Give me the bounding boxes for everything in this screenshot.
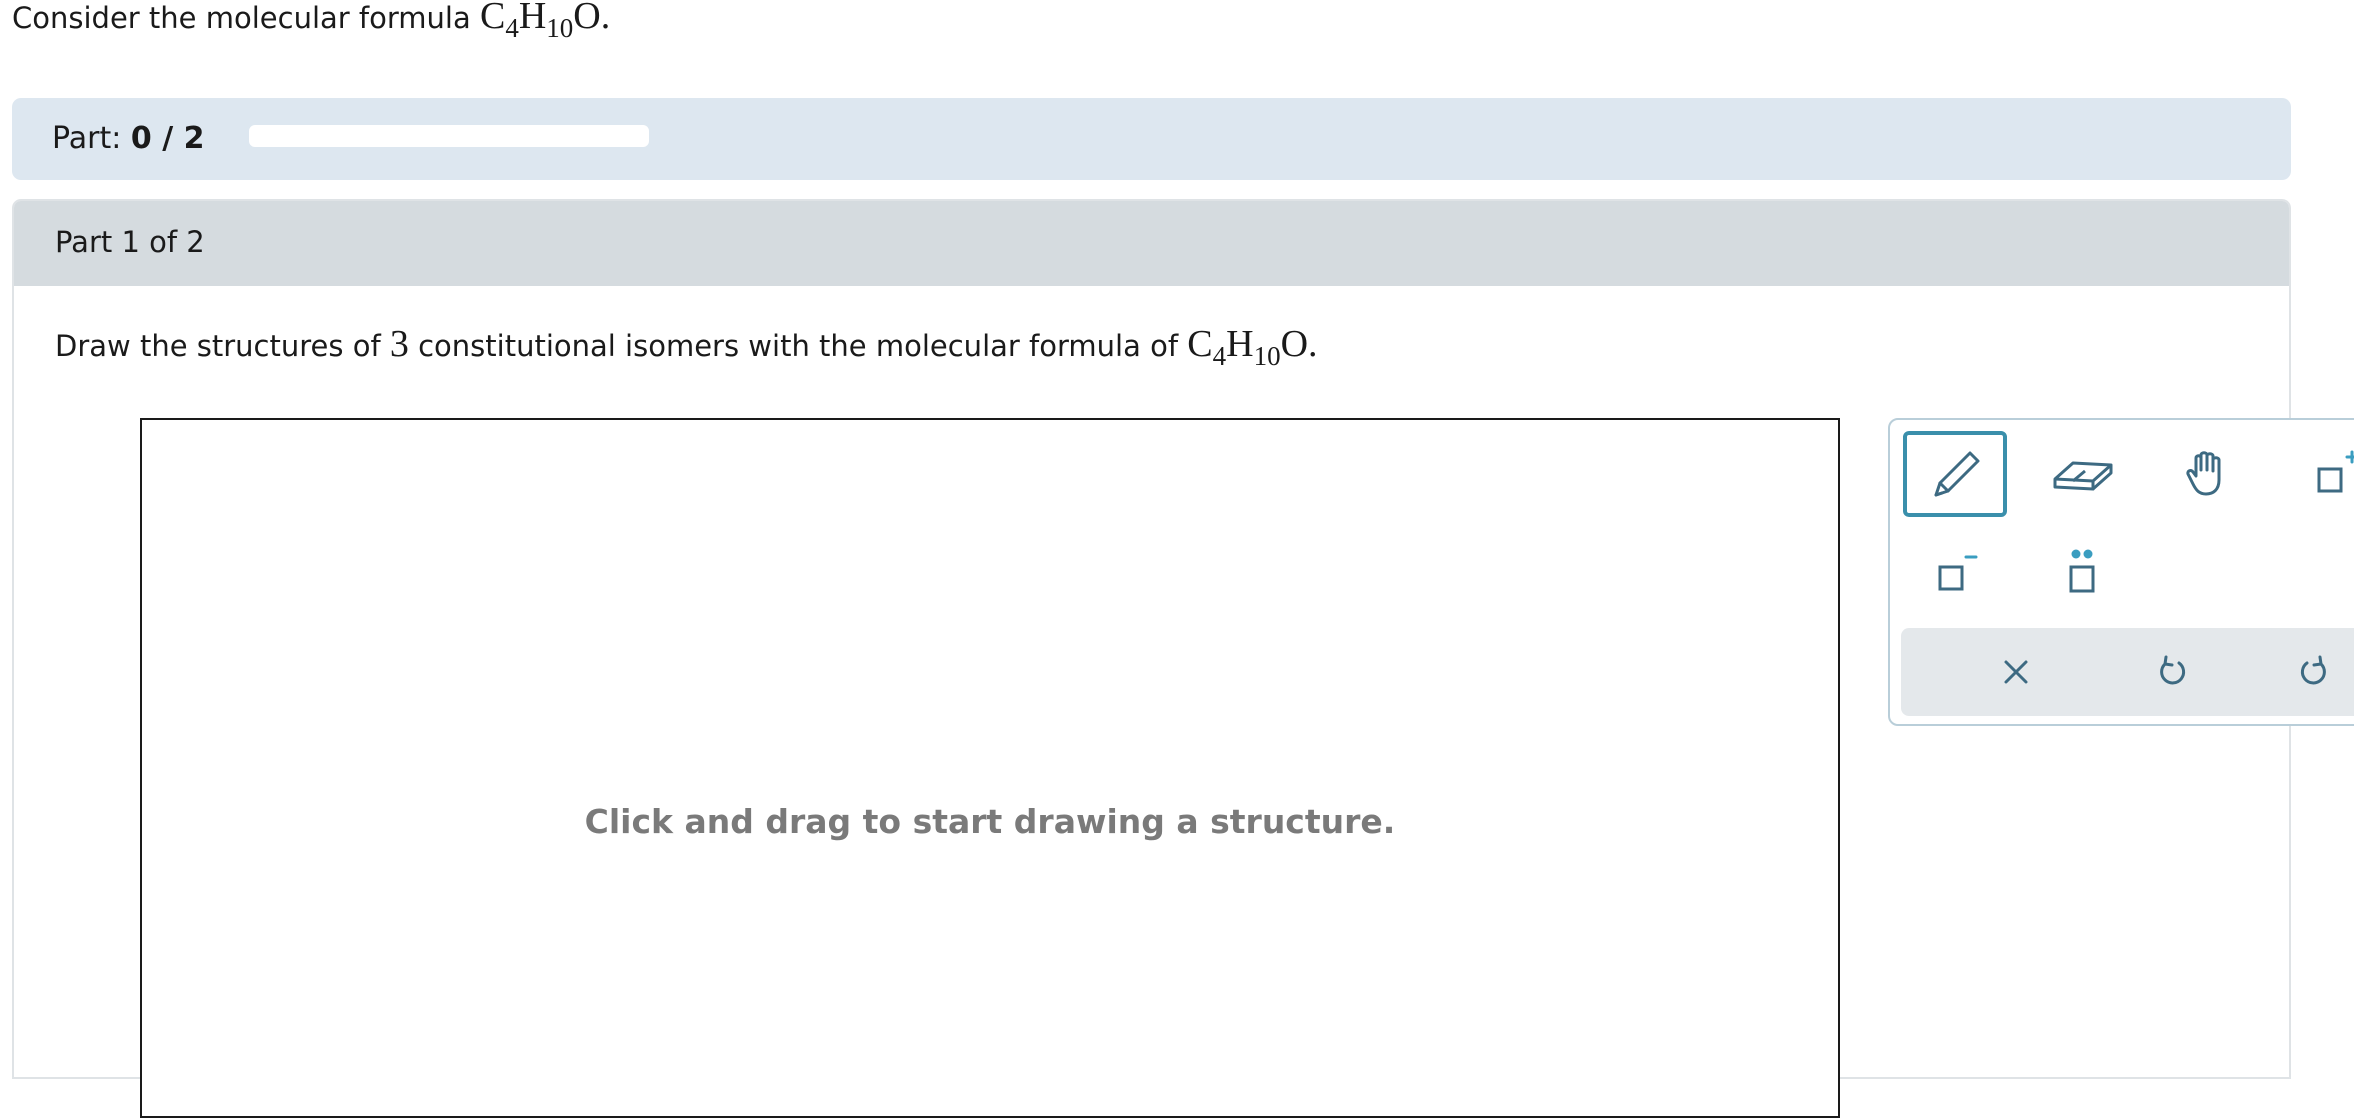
positive-charge-tool[interactable] (2282, 431, 2354, 517)
part-progress-label: Part: 0 / 2 (52, 121, 205, 156)
eraser-icon (2053, 461, 2113, 491)
clear-icon (2004, 660, 2028, 684)
canvas-hint: Click and drag to start drawing a struct… (584, 802, 1396, 841)
drawing-toolbox (1888, 418, 2354, 726)
question-prefix: Consider the molecular formula (12, 1, 471, 35)
progress-track (249, 125, 649, 147)
pencil-tool[interactable] (1903, 431, 2007, 517)
redo-button[interactable] (2274, 628, 2354, 716)
clear-button[interactable] (1976, 628, 2056, 716)
isomer-count: 3 (389, 323, 409, 365)
toolbox-actions (1901, 628, 2354, 716)
hand-tool[interactable] (2156, 431, 2260, 517)
part-header: Part 1 of 2 (14, 201, 2289, 286)
negative-charge-tool[interactable] (1903, 529, 2007, 615)
lone-pair-tool[interactable] (2030, 529, 2134, 615)
question-formula: C4H10O. (479, 0, 611, 43)
positive-charge-icon (2317, 450, 2354, 493)
lone-pair-icon (2069, 549, 2095, 593)
instructions-formula: C4H10O. (1187, 323, 1318, 371)
eraser-tool[interactable] (2030, 431, 2134, 517)
hand-icon (2186, 451, 2221, 496)
part-progress-bar: Part: 0 / 2 (12, 98, 2291, 180)
part-instructions: Draw the structures of 3 constitutional … (55, 323, 1318, 371)
drawing-canvas[interactable]: Click and drag to start drawing a struct… (140, 418, 1840, 1118)
undo-icon (2160, 655, 2186, 685)
question-text: Consider the molecular formula C4H10O. (12, 0, 611, 43)
undo-button[interactable] (2132, 628, 2212, 716)
negative-charge-icon (1938, 555, 1978, 591)
redo-icon (2300, 655, 2326, 685)
part-progress-value: 0 / 2 (130, 121, 205, 156)
pencil-icon (1934, 451, 1980, 497)
